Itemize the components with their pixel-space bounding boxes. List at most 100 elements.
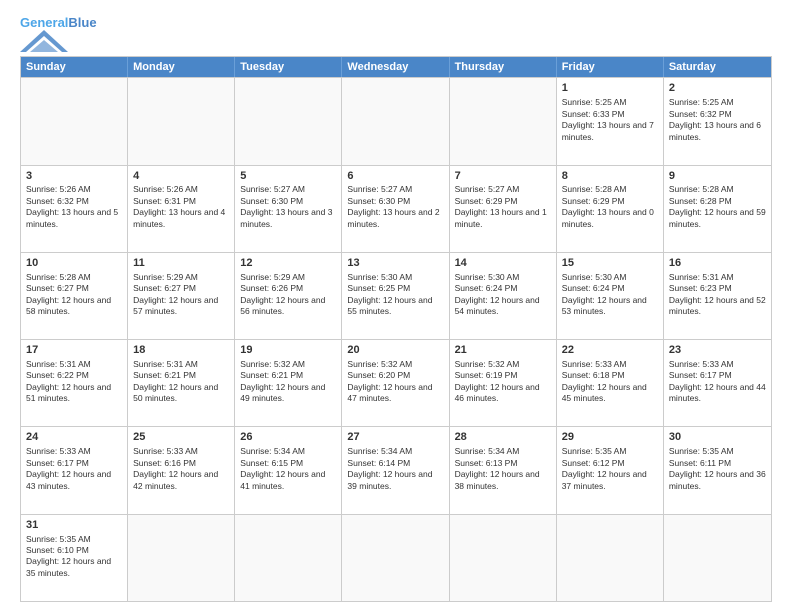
calendar-body: 1Sunrise: 5:25 AM Sunset: 6:33 PM Daylig… xyxy=(21,77,771,601)
day-info: Sunrise: 5:30 AM Sunset: 6:24 PM Dayligh… xyxy=(562,272,647,316)
header-cell-friday: Friday xyxy=(557,57,664,77)
calendar-header-row: SundayMondayTuesdayWednesdayThursdayFrid… xyxy=(21,57,771,77)
cal-day-30: 30Sunrise: 5:35 AM Sunset: 6:11 PM Dayli… xyxy=(664,427,771,513)
day-number: 14 xyxy=(455,256,551,271)
cal-day-22: 22Sunrise: 5:33 AM Sunset: 6:18 PM Dayli… xyxy=(557,340,664,426)
day-info: Sunrise: 5:35 AM Sunset: 6:10 PM Dayligh… xyxy=(26,534,111,578)
page: GeneralBlue SundayMondayTuesdayWednesday… xyxy=(0,0,792,612)
day-info: Sunrise: 5:33 AM Sunset: 6:17 PM Dayligh… xyxy=(26,446,111,490)
day-number: 15 xyxy=(562,256,658,271)
cal-day-empty xyxy=(128,78,235,164)
day-info: Sunrise: 5:35 AM Sunset: 6:11 PM Dayligh… xyxy=(669,446,766,490)
cal-day-1: 1Sunrise: 5:25 AM Sunset: 6:33 PM Daylig… xyxy=(557,78,664,164)
day-number: 19 xyxy=(240,343,336,358)
cal-day-empty xyxy=(128,515,235,601)
cal-day-6: 6Sunrise: 5:27 AM Sunset: 6:30 PM Daylig… xyxy=(342,166,449,252)
cal-day-4: 4Sunrise: 5:26 AM Sunset: 6:31 PM Daylig… xyxy=(128,166,235,252)
header-cell-thursday: Thursday xyxy=(450,57,557,77)
day-number: 26 xyxy=(240,430,336,445)
calendar-row-4: 17Sunrise: 5:31 AM Sunset: 6:22 PM Dayli… xyxy=(21,339,771,426)
calendar: SundayMondayTuesdayWednesdayThursdayFrid… xyxy=(20,56,772,602)
day-number: 10 xyxy=(26,256,122,271)
cal-day-empty xyxy=(450,78,557,164)
cal-day-empty xyxy=(235,78,342,164)
day-info: Sunrise: 5:33 AM Sunset: 6:18 PM Dayligh… xyxy=(562,359,647,403)
cal-day-empty xyxy=(664,515,771,601)
cal-day-empty xyxy=(557,515,664,601)
day-number: 6 xyxy=(347,169,443,184)
day-number: 3 xyxy=(26,169,122,184)
header-cell-saturday: Saturday xyxy=(664,57,771,77)
cal-day-31: 31Sunrise: 5:35 AM Sunset: 6:10 PM Dayli… xyxy=(21,515,128,601)
cal-day-15: 15Sunrise: 5:30 AM Sunset: 6:24 PM Dayli… xyxy=(557,253,664,339)
day-info: Sunrise: 5:27 AM Sunset: 6:30 PM Dayligh… xyxy=(240,184,332,228)
day-info: Sunrise: 5:25 AM Sunset: 6:32 PM Dayligh… xyxy=(669,97,761,141)
day-info: Sunrise: 5:31 AM Sunset: 6:21 PM Dayligh… xyxy=(133,359,218,403)
calendar-row-2: 3Sunrise: 5:26 AM Sunset: 6:32 PM Daylig… xyxy=(21,165,771,252)
day-number: 20 xyxy=(347,343,443,358)
cal-day-28: 28Sunrise: 5:34 AM Sunset: 6:13 PM Dayli… xyxy=(450,427,557,513)
day-info: Sunrise: 5:32 AM Sunset: 6:19 PM Dayligh… xyxy=(455,359,540,403)
logo: GeneralBlue xyxy=(20,16,97,52)
day-number: 30 xyxy=(669,430,766,445)
cal-day-empty xyxy=(450,515,557,601)
day-number: 9 xyxy=(669,169,766,184)
day-number: 8 xyxy=(562,169,658,184)
day-number: 13 xyxy=(347,256,443,271)
day-number: 28 xyxy=(455,430,551,445)
cal-day-empty xyxy=(342,515,449,601)
cal-day-25: 25Sunrise: 5:33 AM Sunset: 6:16 PM Dayli… xyxy=(128,427,235,513)
header-cell-monday: Monday xyxy=(128,57,235,77)
cal-day-2: 2Sunrise: 5:25 AM Sunset: 6:32 PM Daylig… xyxy=(664,78,771,164)
cal-day-29: 29Sunrise: 5:35 AM Sunset: 6:12 PM Dayli… xyxy=(557,427,664,513)
cal-day-21: 21Sunrise: 5:32 AM Sunset: 6:19 PM Dayli… xyxy=(450,340,557,426)
cal-day-empty xyxy=(21,78,128,164)
logo-text: GeneralBlue xyxy=(20,16,97,30)
cal-day-23: 23Sunrise: 5:33 AM Sunset: 6:17 PM Dayli… xyxy=(664,340,771,426)
day-number: 27 xyxy=(347,430,443,445)
cal-day-11: 11Sunrise: 5:29 AM Sunset: 6:27 PM Dayli… xyxy=(128,253,235,339)
cal-day-16: 16Sunrise: 5:31 AM Sunset: 6:23 PM Dayli… xyxy=(664,253,771,339)
day-number: 18 xyxy=(133,343,229,358)
header-cell-wednesday: Wednesday xyxy=(342,57,449,77)
day-number: 17 xyxy=(26,343,122,358)
day-info: Sunrise: 5:28 AM Sunset: 6:27 PM Dayligh… xyxy=(26,272,111,316)
cal-day-19: 19Sunrise: 5:32 AM Sunset: 6:21 PM Dayli… xyxy=(235,340,342,426)
day-info: Sunrise: 5:26 AM Sunset: 6:31 PM Dayligh… xyxy=(133,184,225,228)
calendar-row-5: 24Sunrise: 5:33 AM Sunset: 6:17 PM Dayli… xyxy=(21,426,771,513)
day-info: Sunrise: 5:32 AM Sunset: 6:20 PM Dayligh… xyxy=(347,359,432,403)
day-number: 24 xyxy=(26,430,122,445)
day-info: Sunrise: 5:34 AM Sunset: 6:14 PM Dayligh… xyxy=(347,446,432,490)
day-number: 5 xyxy=(240,169,336,184)
cal-day-3: 3Sunrise: 5:26 AM Sunset: 6:32 PM Daylig… xyxy=(21,166,128,252)
cal-day-9: 9Sunrise: 5:28 AM Sunset: 6:28 PM Daylig… xyxy=(664,166,771,252)
day-info: Sunrise: 5:30 AM Sunset: 6:25 PM Dayligh… xyxy=(347,272,432,316)
day-number: 11 xyxy=(133,256,229,271)
logo-general: General xyxy=(20,15,68,30)
day-info: Sunrise: 5:28 AM Sunset: 6:28 PM Dayligh… xyxy=(669,184,766,228)
cal-day-empty xyxy=(342,78,449,164)
day-info: Sunrise: 5:35 AM Sunset: 6:12 PM Dayligh… xyxy=(562,446,647,490)
day-info: Sunrise: 5:34 AM Sunset: 6:15 PM Dayligh… xyxy=(240,446,325,490)
day-info: Sunrise: 5:29 AM Sunset: 6:27 PM Dayligh… xyxy=(133,272,218,316)
day-number: 21 xyxy=(455,343,551,358)
day-info: Sunrise: 5:33 AM Sunset: 6:16 PM Dayligh… xyxy=(133,446,218,490)
cal-day-26: 26Sunrise: 5:34 AM Sunset: 6:15 PM Dayli… xyxy=(235,427,342,513)
day-number: 16 xyxy=(669,256,766,271)
cal-day-empty xyxy=(235,515,342,601)
header: GeneralBlue xyxy=(20,16,772,52)
header-cell-tuesday: Tuesday xyxy=(235,57,342,77)
day-number: 31 xyxy=(26,518,122,533)
calendar-row-6: 31Sunrise: 5:35 AM Sunset: 6:10 PM Dayli… xyxy=(21,514,771,601)
day-number: 12 xyxy=(240,256,336,271)
day-info: Sunrise: 5:29 AM Sunset: 6:26 PM Dayligh… xyxy=(240,272,325,316)
day-info: Sunrise: 5:27 AM Sunset: 6:29 PM Dayligh… xyxy=(455,184,547,228)
day-info: Sunrise: 5:28 AM Sunset: 6:29 PM Dayligh… xyxy=(562,184,654,228)
cal-day-8: 8Sunrise: 5:28 AM Sunset: 6:29 PM Daylig… xyxy=(557,166,664,252)
day-info: Sunrise: 5:26 AM Sunset: 6:32 PM Dayligh… xyxy=(26,184,118,228)
day-number: 22 xyxy=(562,343,658,358)
day-info: Sunrise: 5:30 AM Sunset: 6:24 PM Dayligh… xyxy=(455,272,540,316)
day-info: Sunrise: 5:34 AM Sunset: 6:13 PM Dayligh… xyxy=(455,446,540,490)
cal-day-24: 24Sunrise: 5:33 AM Sunset: 6:17 PM Dayli… xyxy=(21,427,128,513)
cal-day-12: 12Sunrise: 5:29 AM Sunset: 6:26 PM Dayli… xyxy=(235,253,342,339)
